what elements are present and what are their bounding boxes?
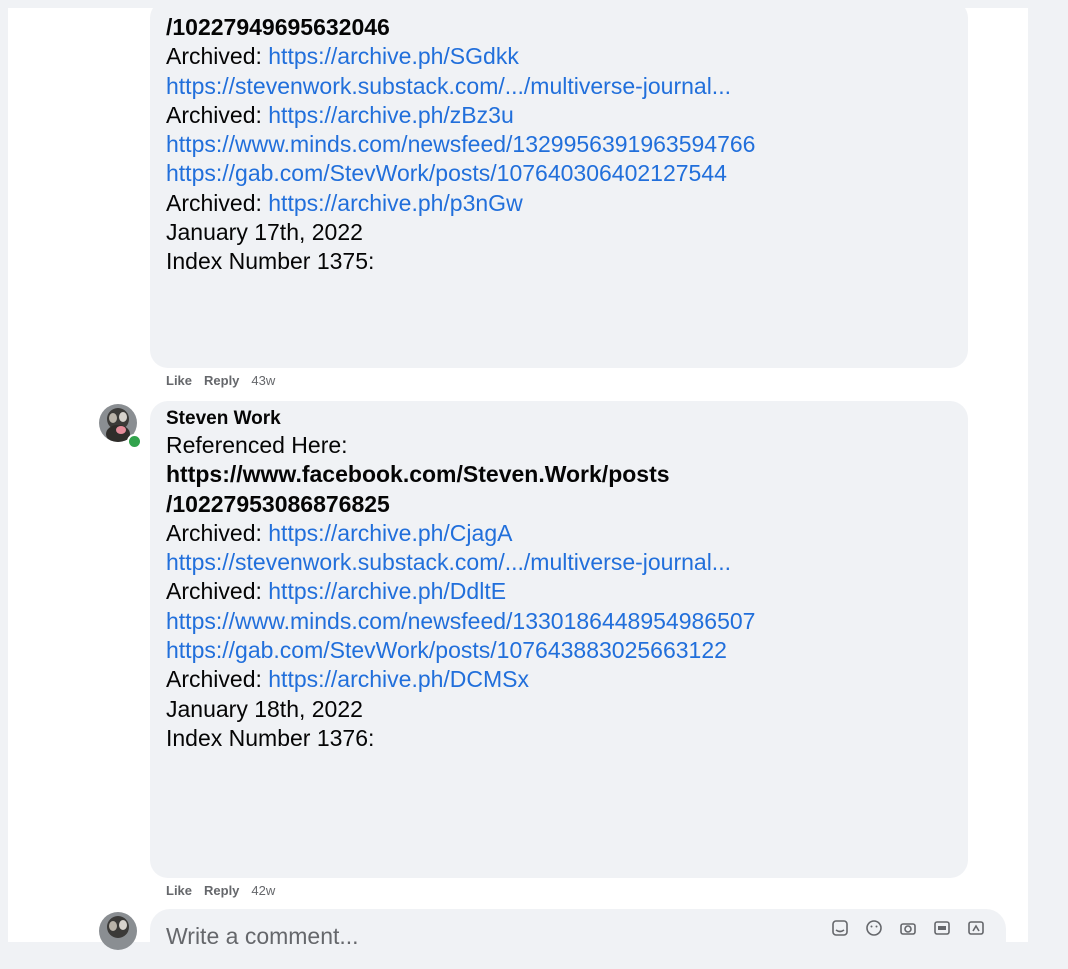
archive-link[interactable]: https://archive.ph/SGdkk xyxy=(268,43,519,69)
comment-text: Index Number 1375: xyxy=(166,248,375,275)
comment-author[interactable]: Steven Work xyxy=(166,401,952,431)
archived-line: Archived: https://archive.ph/p3nGw xyxy=(166,189,952,218)
external-link[interactable]: https://stevenwork.substack.com/.../mult… xyxy=(166,549,731,575)
archive-link[interactable]: https://archive.ph/CjagA xyxy=(268,520,512,546)
archived-label: Archived: xyxy=(166,189,269,216)
archive-link[interactable]: https://archive.ph/p3nGw xyxy=(268,190,522,216)
post-reference-link[interactable]: /10227953086876825 xyxy=(166,490,952,519)
comment-actions-1: Like Reply 43w xyxy=(166,373,275,388)
sticker-icon[interactable] xyxy=(830,918,850,938)
comment-line: https://stevenwork.substack.com/.../mult… xyxy=(166,548,952,577)
reply-button[interactable]: Reply xyxy=(204,373,239,388)
comment-line: https://stevenwork.substack.com/.../mult… xyxy=(166,72,952,101)
archive-link[interactable]: https://archive.ph/DCMSx xyxy=(268,666,529,692)
like-button[interactable]: Like xyxy=(166,883,192,898)
external-link[interactable]: https://www.minds.com/newsfeed/133018644… xyxy=(166,608,755,634)
comment-timestamp[interactable]: 43w xyxy=(251,373,275,388)
comment-bubble-1: /10227949695632046 Archived: https://arch… xyxy=(150,0,968,368)
archived-label: Archived: xyxy=(166,519,269,546)
composer-avatar[interactable] xyxy=(99,912,137,950)
gif-icon[interactable] xyxy=(932,918,952,938)
post-reference-link[interactable]: /10227949695632046 xyxy=(166,13,952,42)
archived-line: Archived: https://archive.ph/SGdkk xyxy=(166,42,952,71)
comment-actions-2: Like Reply 42w xyxy=(166,883,275,898)
comment-bubble-2: Steven Work Referenced Here: https://www.… xyxy=(150,401,968,878)
emoji-icon[interactable] xyxy=(864,918,884,938)
comment-line: https://gab.com/StevWork/posts/107640306… xyxy=(166,159,952,188)
archived-line: Archived: https://archive.ph/CjagA xyxy=(166,519,952,548)
archived-label: Archived: xyxy=(166,666,269,693)
reply-button[interactable]: Reply xyxy=(204,883,239,898)
comment-timestamp[interactable]: 42w xyxy=(251,883,275,898)
comment-text: Index Number 1376: xyxy=(166,724,375,751)
comment-text: Referenced Here: xyxy=(166,432,348,458)
sticker-pack-icon[interactable] xyxy=(966,918,986,938)
comment-line: https://gab.com/StevWork/posts/107643883… xyxy=(166,636,952,665)
comment-text: January 17th, 2022 xyxy=(166,219,363,246)
archive-link[interactable]: https://archive.ph/zBz3u xyxy=(268,102,513,128)
comment-text: January 18th, 2022 xyxy=(166,695,363,722)
external-link[interactable]: https://gab.com/StevWork/posts/107643883… xyxy=(166,637,727,663)
archive-link[interactable]: https://archive.ph/DdltE xyxy=(268,578,506,604)
archived-label: Archived: xyxy=(166,101,269,128)
archived-label: Archived: xyxy=(166,43,269,70)
archived-line: Archived: https://archive.ph/zBz3u xyxy=(166,101,952,130)
external-link[interactable]: https://stevenwork.substack.com/.../mult… xyxy=(166,73,731,99)
post-reference-link[interactable]: https://www.facebook.com/Steven.Work/pos… xyxy=(166,460,952,489)
online-status-indicator xyxy=(127,434,142,449)
like-button[interactable]: Like xyxy=(166,373,192,388)
comment-line: https://www.minds.com/newsfeed/132995639… xyxy=(166,130,952,159)
camera-icon[interactable] xyxy=(898,918,918,938)
external-link[interactable]: https://www.minds.com/newsfeed/132995639… xyxy=(166,131,755,157)
archived-line: Archived: https://archive.ph/DCMSx xyxy=(166,665,952,694)
composer-placeholder[interactable]: Write a comment... xyxy=(166,923,359,950)
external-link[interactable]: https://gab.com/StevWork/posts/107640306… xyxy=(166,160,727,186)
archived-line: Archived: https://archive.ph/DdltE xyxy=(166,577,952,606)
comment-line: https://www.minds.com/newsfeed/133018644… xyxy=(166,607,952,636)
archived-label: Archived: xyxy=(166,578,269,605)
composer-toolbar xyxy=(830,918,986,938)
